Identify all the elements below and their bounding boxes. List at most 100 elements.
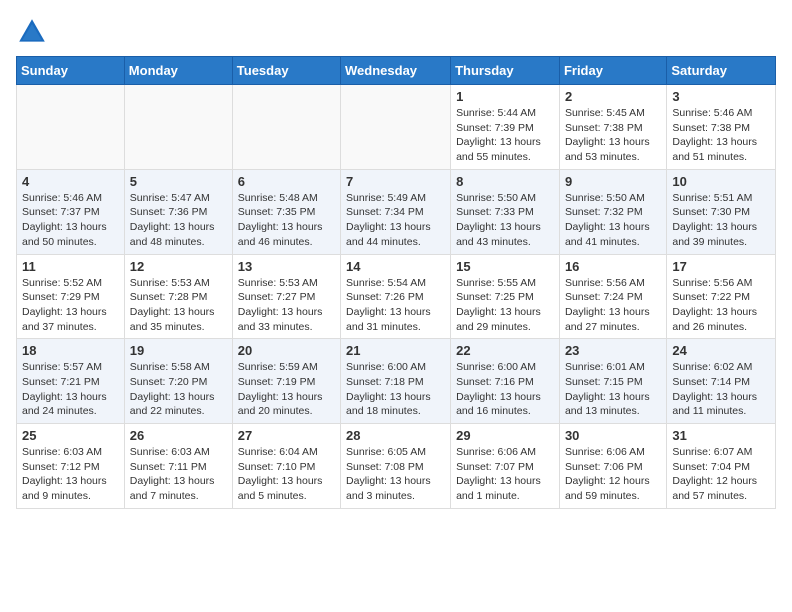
calendar-cell: 9 Sunrise: 5:50 AM Sunset: 7:32 PM Daylig… [559, 169, 666, 254]
calendar-cell: 29 Sunrise: 6:06 AM Sunset: 7:07 PM Dayli… [451, 424, 560, 509]
day-number: 21 [346, 343, 445, 358]
calendar-cell: 6 Sunrise: 5:48 AM Sunset: 7:35 PM Daylig… [232, 169, 340, 254]
calendar-cell: 15 Sunrise: 5:55 AM Sunset: 7:25 PM Dayli… [451, 254, 560, 339]
calendar-cell: 20 Sunrise: 5:59 AM Sunset: 7:19 PM Dayli… [232, 339, 340, 424]
day-info: Sunrise: 6:00 AM Sunset: 7:16 PM Dayligh… [456, 360, 554, 419]
day-info: Sunrise: 5:46 AM Sunset: 7:38 PM Dayligh… [672, 106, 770, 165]
day-number: 11 [22, 259, 119, 274]
calendar-week-row: 1 Sunrise: 5:44 AM Sunset: 7:39 PM Daylig… [17, 85, 776, 170]
day-number: 29 [456, 428, 554, 443]
day-number: 27 [238, 428, 335, 443]
day-info: Sunrise: 6:06 AM Sunset: 7:07 PM Dayligh… [456, 445, 554, 504]
day-info: Sunrise: 5:54 AM Sunset: 7:26 PM Dayligh… [346, 276, 445, 335]
day-number: 8 [456, 174, 554, 189]
day-number: 10 [672, 174, 770, 189]
weekday-header: Tuesday [232, 57, 340, 85]
day-number: 20 [238, 343, 335, 358]
calendar-cell [232, 85, 340, 170]
day-number: 19 [130, 343, 227, 358]
day-number: 9 [565, 174, 661, 189]
day-info: Sunrise: 5:49 AM Sunset: 7:34 PM Dayligh… [346, 191, 445, 250]
calendar-cell: 14 Sunrise: 5:54 AM Sunset: 7:26 PM Dayli… [341, 254, 451, 339]
day-number: 7 [346, 174, 445, 189]
calendar-cell: 1 Sunrise: 5:44 AM Sunset: 7:39 PM Daylig… [451, 85, 560, 170]
calendar-cell: 30Sunrise: 6:06 AM Sunset: 7:06 PM Dayli… [559, 424, 666, 509]
calendar-week-row: 18Sunrise: 5:57 AM Sunset: 7:21 PM Dayli… [17, 339, 776, 424]
calendar-cell: 24 Sunrise: 6:02 AM Sunset: 7:14 PM Dayli… [667, 339, 776, 424]
day-info: Sunrise: 6:00 AM Sunset: 7:18 PM Dayligh… [346, 360, 445, 419]
day-info: Sunrise: 6:03 AM Sunset: 7:12 PM Dayligh… [22, 445, 119, 504]
day-number: 15 [456, 259, 554, 274]
day-number: 3 [672, 89, 770, 104]
logo [16, 16, 52, 48]
day-number: 24 [672, 343, 770, 358]
weekday-header: Sunday [17, 57, 125, 85]
calendar-cell: 16Sunrise: 5:56 AM Sunset: 7:24 PM Dayli… [559, 254, 666, 339]
day-number: 18 [22, 343, 119, 358]
day-info: Sunrise: 6:07 AM Sunset: 7:04 PM Dayligh… [672, 445, 770, 504]
calendar-table: SundayMondayTuesdayWednesdayThursdayFrid… [16, 56, 776, 509]
day-info: Sunrise: 6:01 AM Sunset: 7:15 PM Dayligh… [565, 360, 661, 419]
day-number: 26 [130, 428, 227, 443]
calendar-header-row: SundayMondayTuesdayWednesdayThursdayFrid… [17, 57, 776, 85]
day-info: Sunrise: 5:50 AM Sunset: 7:33 PM Dayligh… [456, 191, 554, 250]
day-info: Sunrise: 5:48 AM Sunset: 7:35 PM Dayligh… [238, 191, 335, 250]
calendar-cell: 13Sunrise: 5:53 AM Sunset: 7:27 PM Dayli… [232, 254, 340, 339]
day-info: Sunrise: 6:04 AM Sunset: 7:10 PM Dayligh… [238, 445, 335, 504]
day-info: Sunrise: 5:58 AM Sunset: 7:20 PM Dayligh… [130, 360, 227, 419]
logo-icon [16, 16, 48, 48]
calendar-cell: 26 Sunrise: 6:03 AM Sunset: 7:11 PM Dayli… [124, 424, 232, 509]
day-number: 28 [346, 428, 445, 443]
weekday-header: Friday [559, 57, 666, 85]
day-number: 13 [238, 259, 335, 274]
weekday-header: Wednesday [341, 57, 451, 85]
day-number: 16 [565, 259, 661, 274]
day-number: 31 [672, 428, 770, 443]
day-number: 30 [565, 428, 661, 443]
weekday-header: Monday [124, 57, 232, 85]
weekday-header: Thursday [451, 57, 560, 85]
calendar-cell: 8 Sunrise: 5:50 AM Sunset: 7:33 PM Daylig… [451, 169, 560, 254]
day-number: 17 [672, 259, 770, 274]
calendar-cell: 10 Sunrise: 5:51 AM Sunset: 7:30 PM Dayli… [667, 169, 776, 254]
day-info: Sunrise: 5:44 AM Sunset: 7:39 PM Dayligh… [456, 106, 554, 165]
day-info: Sunrise: 5:56 AM Sunset: 7:22 PM Dayligh… [672, 276, 770, 335]
calendar-week-row: 11 Sunrise: 5:52 AM Sunset: 7:29 PM Dayli… [17, 254, 776, 339]
day-number: 1 [456, 89, 554, 104]
day-info: Sunrise: 6:05 AM Sunset: 7:08 PM Dayligh… [346, 445, 445, 504]
day-info: Sunrise: 5:46 AM Sunset: 7:37 PM Dayligh… [22, 191, 119, 250]
day-info: Sunrise: 6:02 AM Sunset: 7:14 PM Dayligh… [672, 360, 770, 419]
day-info: Sunrise: 5:59 AM Sunset: 7:19 PM Dayligh… [238, 360, 335, 419]
day-number: 23 [565, 343, 661, 358]
calendar-cell [341, 85, 451, 170]
calendar-cell [124, 85, 232, 170]
calendar-cell: 19 Sunrise: 5:58 AM Sunset: 7:20 PM Dayli… [124, 339, 232, 424]
day-number: 14 [346, 259, 445, 274]
day-number: 25 [22, 428, 119, 443]
weekday-header: Saturday [667, 57, 776, 85]
calendar-cell: 31 Sunrise: 6:07 AM Sunset: 7:04 PM Dayli… [667, 424, 776, 509]
calendar-cell: 23 Sunrise: 6:01 AM Sunset: 7:15 PM Dayli… [559, 339, 666, 424]
day-info: Sunrise: 6:03 AM Sunset: 7:11 PM Dayligh… [130, 445, 227, 504]
day-number: 12 [130, 259, 227, 274]
day-info: Sunrise: 5:45 AM Sunset: 7:38 PM Dayligh… [565, 106, 661, 165]
day-info: Sunrise: 5:50 AM Sunset: 7:32 PM Dayligh… [565, 191, 661, 250]
day-info: Sunrise: 5:52 AM Sunset: 7:29 PM Dayligh… [22, 276, 119, 335]
day-number: 22 [456, 343, 554, 358]
calendar-cell: 4Sunrise: 5:46 AM Sunset: 7:37 PM Daylig… [17, 169, 125, 254]
calendar-cell: 28 Sunrise: 6:05 AM Sunset: 7:08 PM Dayli… [341, 424, 451, 509]
calendar-week-row: 25 Sunrise: 6:03 AM Sunset: 7:12 PM Dayli… [17, 424, 776, 509]
day-info: Sunrise: 5:47 AM Sunset: 7:36 PM Dayligh… [130, 191, 227, 250]
calendar-cell: 18Sunrise: 5:57 AM Sunset: 7:21 PM Dayli… [17, 339, 125, 424]
day-info: Sunrise: 5:55 AM Sunset: 7:25 PM Dayligh… [456, 276, 554, 335]
calendar-cell [17, 85, 125, 170]
calendar-cell: 11 Sunrise: 5:52 AM Sunset: 7:29 PM Dayli… [17, 254, 125, 339]
day-info: Sunrise: 5:51 AM Sunset: 7:30 PM Dayligh… [672, 191, 770, 250]
calendar-cell: 2 Sunrise: 5:45 AM Sunset: 7:38 PM Daylig… [559, 85, 666, 170]
calendar-week-row: 4Sunrise: 5:46 AM Sunset: 7:37 PM Daylig… [17, 169, 776, 254]
calendar-cell: 17 Sunrise: 5:56 AM Sunset: 7:22 PM Dayli… [667, 254, 776, 339]
calendar-cell: 21 Sunrise: 6:00 AM Sunset: 7:18 PM Dayli… [341, 339, 451, 424]
day-number: 6 [238, 174, 335, 189]
day-number: 2 [565, 89, 661, 104]
calendar-cell: 12Sunrise: 5:53 AM Sunset: 7:28 PM Dayli… [124, 254, 232, 339]
